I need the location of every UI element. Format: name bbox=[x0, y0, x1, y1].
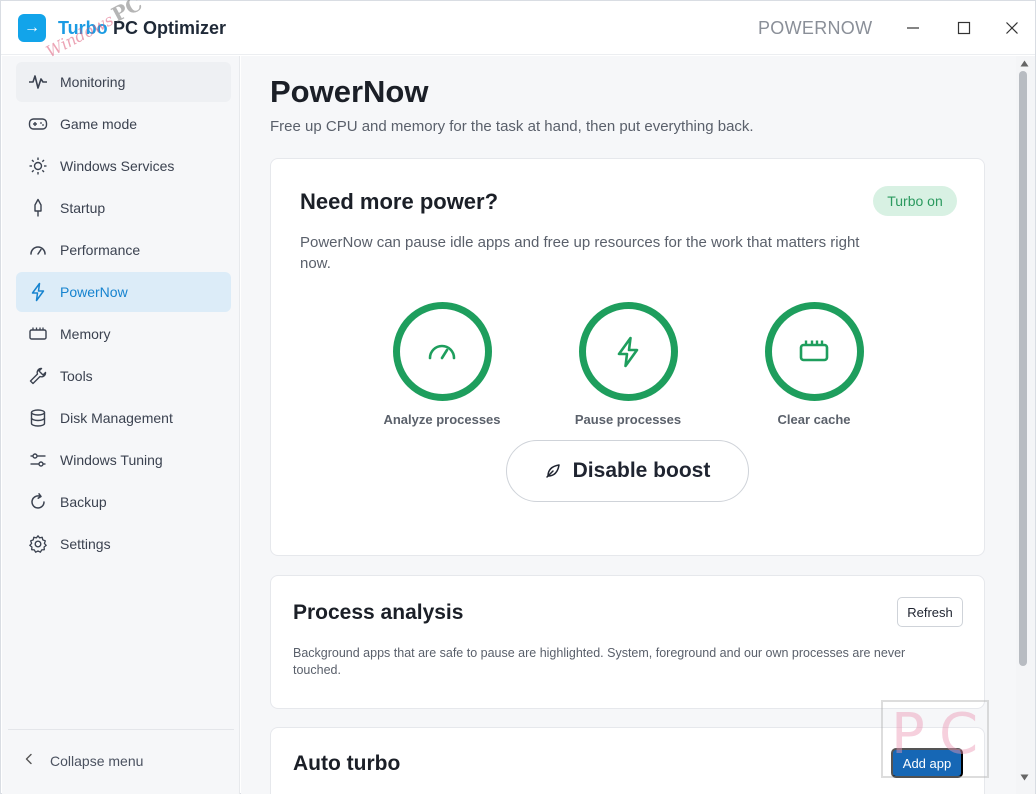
power-card: Need more power? Turbo on PowerNow can p… bbox=[270, 158, 985, 556]
bolt-icon bbox=[617, 336, 639, 367]
process-analysis-description: Background apps that are safe to pause a… bbox=[293, 646, 906, 677]
power-card-title: Need more power? bbox=[300, 189, 499, 214]
refresh-button[interactable]: Refresh bbox=[897, 597, 963, 627]
sidebar-item-label: Settings bbox=[60, 536, 111, 552]
sidebar-item-settings[interactable]: Settings bbox=[16, 524, 231, 564]
collapse-menu-button[interactable]: Collapse menu bbox=[24, 749, 143, 773]
sliders-icon bbox=[27, 449, 49, 471]
app-logo-icon: → bbox=[18, 14, 46, 42]
chevron-left-icon bbox=[24, 752, 34, 770]
maximize-button[interactable] bbox=[949, 11, 979, 45]
analyze-processes-button[interactable]: Analyze processes bbox=[362, 302, 522, 427]
sidebar-item-label: Backup bbox=[60, 494, 107, 510]
gear-icon bbox=[27, 533, 49, 555]
minimize-icon bbox=[907, 27, 919, 29]
sidebar-item-windows-services[interactable]: Windows Services bbox=[16, 146, 231, 186]
app-title-product: PC Optimizer bbox=[113, 18, 227, 38]
auto-turbo-card: Auto turbo Add app bbox=[270, 727, 985, 794]
wrench-icon bbox=[27, 365, 49, 387]
bolt-icon bbox=[27, 281, 49, 303]
pause-processes-button[interactable]: Pause processes bbox=[548, 302, 708, 427]
sidebar-item-startup[interactable]: Startup bbox=[16, 188, 231, 228]
sidebar-item-tools[interactable]: Tools bbox=[16, 356, 231, 396]
sidebar-item-game-mode[interactable]: Game mode bbox=[16, 104, 231, 144]
sidebar-divider bbox=[8, 729, 234, 730]
memory-icon bbox=[27, 323, 49, 345]
main-content: PowerNow Free up CPU and memory for the … bbox=[241, 56, 1016, 794]
sidebar-item-powernow[interactable]: PowerNow bbox=[16, 272, 231, 312]
collapse-menu-label: Collapse menu bbox=[50, 753, 144, 769]
clear-cache-button[interactable]: Clear cache bbox=[734, 302, 894, 427]
sidebar-item-label: Windows Services bbox=[60, 158, 175, 174]
context-title: POWERNOW bbox=[758, 18, 873, 38]
scrollbar[interactable] bbox=[1016, 56, 1035, 794]
minimize-button[interactable] bbox=[898, 11, 928, 45]
sidebar-item-memory[interactable]: Memory bbox=[16, 314, 231, 354]
gauge-icon bbox=[428, 344, 456, 359]
sidebar-item-label: Startup bbox=[60, 200, 106, 216]
action-label: Pause processes bbox=[574, 412, 682, 427]
sidebar-item-label: Tools bbox=[60, 368, 93, 384]
gauge-icon bbox=[27, 239, 49, 261]
pulse-icon bbox=[27, 71, 49, 93]
sidebar-item-performance[interactable]: Performance bbox=[16, 230, 231, 270]
memory-icon bbox=[799, 340, 829, 361]
process-analysis-card: Process analysis Refresh Background apps… bbox=[270, 575, 985, 709]
sun-icon bbox=[27, 155, 49, 177]
auto-turbo-title: Auto turbo bbox=[293, 752, 401, 775]
sidebar-item-label: PowerNow bbox=[60, 284, 128, 300]
sidebar-item-label: Disk Management bbox=[60, 410, 173, 426]
disable-boost-label: Disable boost bbox=[572, 459, 711, 482]
app-window: → Turbo PC Optimizer POWERNOW Monitoring… bbox=[0, 0, 1036, 794]
rocket-icon bbox=[27, 197, 49, 219]
action-label: Analyze processes bbox=[383, 412, 501, 427]
action-ring bbox=[392, 302, 492, 401]
gamepad-icon bbox=[27, 113, 49, 135]
disable-boost-button[interactable]: Disable boost bbox=[506, 440, 749, 502]
scrollbar-thumb[interactable] bbox=[1019, 71, 1027, 666]
status-badge: Turbo on bbox=[873, 186, 957, 216]
action-label: Clear cache bbox=[777, 412, 851, 427]
app-title-brand: Turbo bbox=[58, 18, 108, 38]
scroll-down-icon[interactable] bbox=[1020, 774, 1029, 781]
leaf-icon bbox=[545, 464, 560, 478]
sidebar-item-label: Monitoring bbox=[60, 74, 126, 90]
sidebar-item-label: Performance bbox=[60, 242, 141, 258]
process-analysis-title: Process analysis bbox=[293, 601, 464, 624]
close-icon bbox=[1006, 22, 1018, 34]
database-icon bbox=[27, 407, 49, 429]
title-bar: → Turbo PC Optimizer POWERNOW bbox=[1, 1, 1035, 55]
action-ring bbox=[764, 302, 864, 401]
maximize-icon bbox=[957, 21, 971, 35]
sidebar: Monitoring Game mode Windows Services St… bbox=[2, 56, 240, 794]
page-subtitle: Free up CPU and memory for the task at h… bbox=[270, 118, 754, 135]
sidebar-item-label: Windows Tuning bbox=[60, 452, 163, 468]
scroll-up-icon[interactable] bbox=[1020, 60, 1029, 67]
sidebar-item-monitoring[interactable]: Monitoring bbox=[16, 62, 231, 102]
action-ring bbox=[578, 302, 678, 401]
add-app-button[interactable]: Add app bbox=[891, 748, 963, 778]
refresh-icon bbox=[27, 491, 49, 513]
sidebar-item-backup[interactable]: Backup bbox=[16, 482, 231, 522]
sidebar-item-disk-management[interactable]: Disk Management bbox=[16, 398, 231, 438]
sidebar-item-windows-tuning[interactable]: Windows Tuning bbox=[16, 440, 231, 480]
power-card-description: PowerNow can pause idle apps and free up… bbox=[300, 234, 860, 272]
sidebar-item-label: Memory bbox=[60, 326, 111, 342]
page-title: PowerNow bbox=[270, 74, 429, 109]
close-button[interactable] bbox=[997, 11, 1027, 45]
sidebar-item-label: Game mode bbox=[60, 116, 138, 132]
